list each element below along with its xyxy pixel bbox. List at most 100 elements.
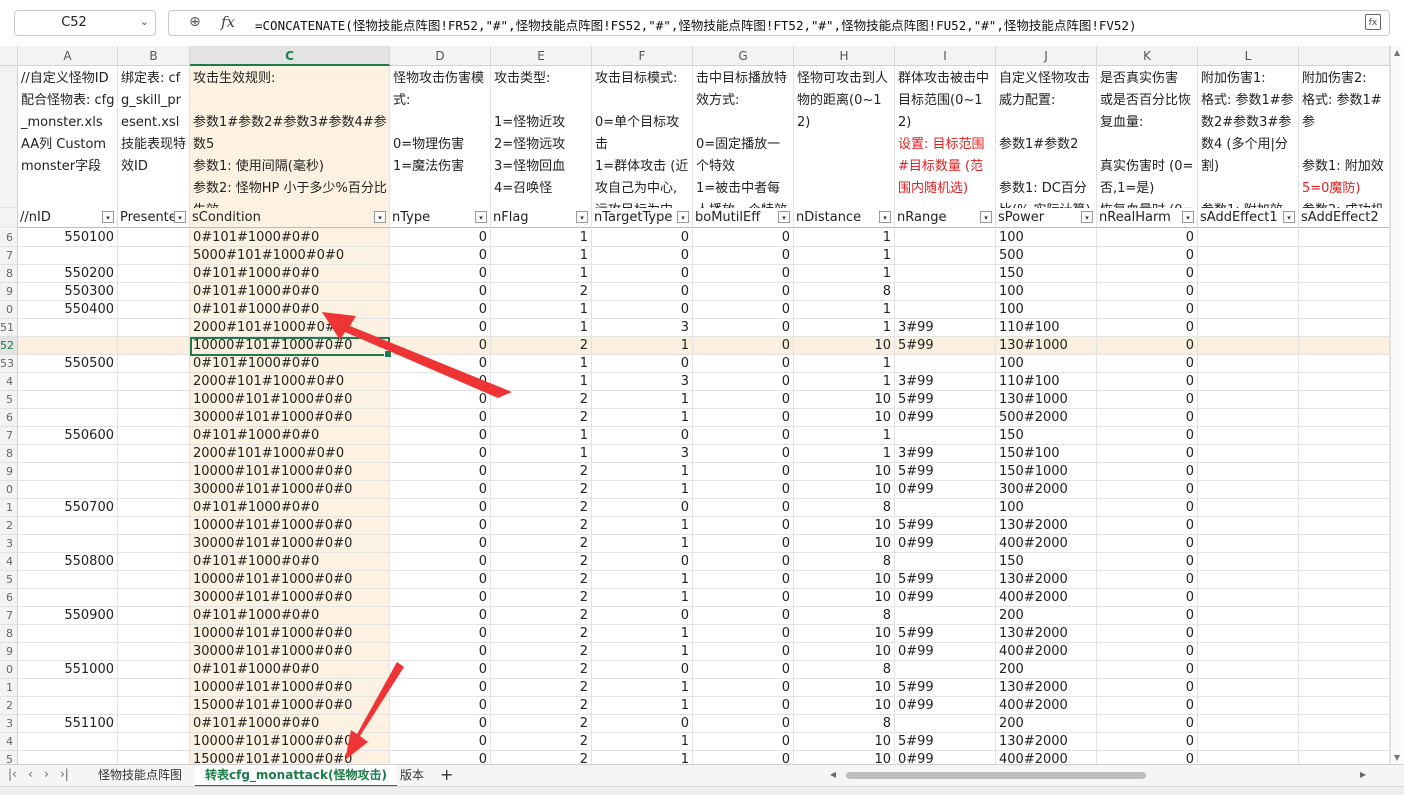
row-header[interactable]: 5 xyxy=(0,751,18,764)
table-cell[interactable] xyxy=(18,679,118,697)
table-cell[interactable]: 0 xyxy=(390,571,491,589)
table-cell[interactable] xyxy=(895,301,996,319)
table-cell[interactable]: 2 xyxy=(491,553,592,571)
table-cell[interactable] xyxy=(1198,571,1299,589)
column-header[interactable]: L xyxy=(1198,46,1299,66)
table-cell[interactable] xyxy=(1299,265,1390,283)
table-cell[interactable]: 0 xyxy=(1097,337,1198,355)
table-cell[interactable]: 550300 xyxy=(18,283,118,301)
table-cell[interactable]: 3 xyxy=(592,445,693,463)
table-cell[interactable]: 0 xyxy=(592,301,693,319)
description-cell[interactable]: 附加伤害1: 格式: 参数1#参数2#参数3#参数4 (多个用|分割) 参数1:… xyxy=(1198,66,1299,208)
table-cell[interactable] xyxy=(118,319,190,337)
table-cell[interactable] xyxy=(1198,697,1299,715)
table-cell[interactable] xyxy=(1299,751,1390,764)
table-cell[interactable]: 1 xyxy=(592,391,693,409)
table-cell[interactable]: 2 xyxy=(491,283,592,301)
table-cell[interactable] xyxy=(895,499,996,517)
table-cell[interactable]: 10 xyxy=(794,643,895,661)
table-cell[interactable]: 0#99 xyxy=(895,697,996,715)
table-cell[interactable] xyxy=(118,337,190,355)
table-cell[interactable]: 0 xyxy=(693,355,794,373)
scroll-down-icon[interactable]: ▼ xyxy=(1394,753,1400,762)
table-cell[interactable]: 2 xyxy=(491,499,592,517)
table-cell[interactable]: 500 xyxy=(996,247,1097,265)
table-cell[interactable] xyxy=(1299,337,1390,355)
table-cell[interactable]: 0 xyxy=(1097,391,1198,409)
table-cell[interactable]: 0 xyxy=(693,625,794,643)
field-header-cell[interactable]: nRealHarm ▾ xyxy=(1097,208,1198,228)
table-cell[interactable] xyxy=(1198,373,1299,391)
table-cell[interactable]: 2 xyxy=(491,481,592,499)
table-cell[interactable]: 0 xyxy=(1097,481,1198,499)
description-cell[interactable]: 怪物可攻击到人物的距离(0~12) xyxy=(794,66,895,208)
table-cell[interactable]: 0 xyxy=(1097,283,1198,301)
table-cell[interactable]: 1 xyxy=(794,445,895,463)
table-cell[interactable] xyxy=(1198,481,1299,499)
table-cell[interactable]: 10 xyxy=(794,751,895,764)
field-header-cell[interactable]: nRange ▾ xyxy=(895,208,996,228)
table-cell[interactable]: 8 xyxy=(794,661,895,679)
row-header[interactable]: 1 xyxy=(0,679,18,697)
table-cell[interactable] xyxy=(1299,697,1390,715)
condition-cell[interactable]: 0#101#1000#0#0 xyxy=(190,499,390,517)
table-cell[interactable] xyxy=(118,229,190,247)
scroll-up-icon[interactable]: ▲ xyxy=(1394,48,1400,57)
table-cell[interactable]: 8 xyxy=(794,553,895,571)
table-cell[interactable]: 130#2000 xyxy=(996,733,1097,751)
table-cell[interactable]: 0 xyxy=(1097,679,1198,697)
table-cell[interactable] xyxy=(1198,337,1299,355)
row-header[interactable]: 53 xyxy=(0,355,18,373)
table-cell[interactable]: 0 xyxy=(592,283,693,301)
table-cell[interactable] xyxy=(118,751,190,764)
table-cell[interactable] xyxy=(118,535,190,553)
table-cell[interactable] xyxy=(18,643,118,661)
table-cell[interactable] xyxy=(118,679,190,697)
active-cell-outline[interactable] xyxy=(190,337,392,358)
table-cell[interactable]: 0 xyxy=(693,247,794,265)
table-cell[interactable]: 110#100 xyxy=(996,373,1097,391)
description-cell[interactable]: 自定义怪物攻击威力配置: 参数1#参数2 参数1: DC百分比(% 实际计算) xyxy=(996,66,1097,208)
filter-dropdown-icon[interactable]: ▾ xyxy=(677,211,689,223)
table-cell[interactable] xyxy=(1198,499,1299,517)
table-cell[interactable]: 0 xyxy=(390,265,491,283)
table-cell[interactable]: 100 xyxy=(996,229,1097,247)
table-cell[interactable]: 0#99 xyxy=(895,751,996,764)
table-cell[interactable] xyxy=(1299,715,1390,733)
description-cell[interactable]: 击中目标播放特效方式: 0=固定播放一个特效 1=被击中者每人播放一个特效 xyxy=(693,66,794,208)
row-header[interactable]: 8 xyxy=(0,625,18,643)
field-header-cell[interactable]: boMutilEff ▾ xyxy=(693,208,794,228)
table-cell[interactable] xyxy=(895,355,996,373)
table-cell[interactable]: 0 xyxy=(592,355,693,373)
table-cell[interactable]: 150#100 xyxy=(996,445,1097,463)
table-cell[interactable]: 0 xyxy=(390,463,491,481)
table-cell[interactable] xyxy=(18,373,118,391)
description-cell[interactable]: 攻击类型: 1=怪物近攻 2=怪物远攻 3=怪物回血 4=召唤怪 xyxy=(491,66,592,208)
table-cell[interactable]: 1 xyxy=(491,229,592,247)
table-cell[interactable]: 550700 xyxy=(18,499,118,517)
table-cell[interactable]: 0 xyxy=(592,247,693,265)
condition-cell[interactable]: 2000#101#1000#0#0 xyxy=(190,319,390,337)
table-cell[interactable]: 150 xyxy=(996,265,1097,283)
table-cell[interactable]: 0 xyxy=(693,391,794,409)
table-cell[interactable]: 0 xyxy=(1097,427,1198,445)
table-cell[interactable] xyxy=(1198,265,1299,283)
row-header[interactable]: 7 xyxy=(0,247,18,265)
table-cell[interactable]: 5#99 xyxy=(895,337,996,355)
table-cell[interactable]: 0 xyxy=(693,697,794,715)
table-cell[interactable]: 2 xyxy=(491,697,592,715)
table-cell[interactable] xyxy=(1299,571,1390,589)
table-cell[interactable]: 1 xyxy=(794,319,895,337)
column-header[interactable]: E xyxy=(491,46,592,66)
row-header[interactable]: 5 xyxy=(0,571,18,589)
table-cell[interactable]: 130#2000 xyxy=(996,571,1097,589)
condition-cell[interactable]: 0#101#1000#0#0 xyxy=(190,427,390,445)
table-cell[interactable] xyxy=(1299,625,1390,643)
table-cell[interactable]: 2 xyxy=(491,535,592,553)
table-cell[interactable]: 0 xyxy=(390,499,491,517)
table-cell[interactable]: 550400 xyxy=(18,301,118,319)
table-cell[interactable] xyxy=(118,697,190,715)
table-cell[interactable]: 0 xyxy=(390,553,491,571)
table-cell[interactable]: 0 xyxy=(592,553,693,571)
table-cell[interactable] xyxy=(1299,643,1390,661)
